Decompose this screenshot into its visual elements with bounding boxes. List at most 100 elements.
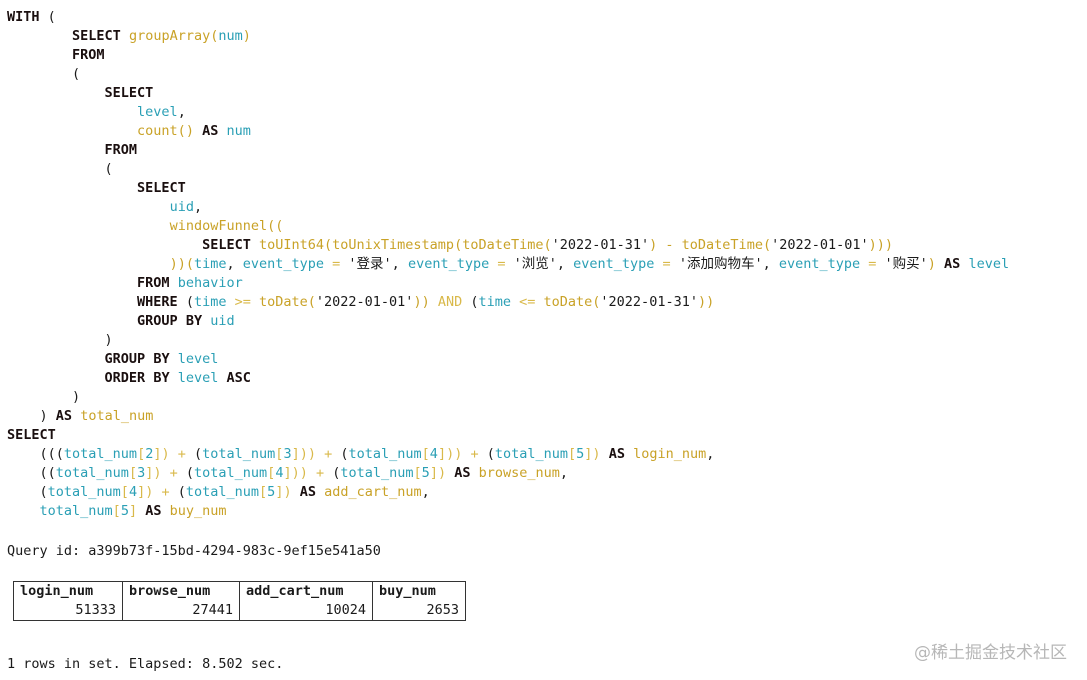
query-token: ( — [486, 446, 495, 462]
query-line: SELECT — [7, 179, 1009, 198]
query-token: ))) — [868, 237, 894, 253]
query-token: ) — [7, 408, 56, 424]
result-column-header: buy_num — [372, 581, 466, 601]
query-line: SELECT — [7, 426, 1009, 445]
query-line: ))(time, event_type = '登录', event_type =… — [7, 255, 1010, 274]
query-token: ]) — [584, 446, 601, 462]
query-token: windowFunnel(( — [169, 218, 284, 234]
query-token: + — [462, 446, 487, 462]
query-token — [625, 446, 633, 462]
query-token: ]) — [137, 484, 154, 500]
query-line: total_num[5] AS buy_num — [7, 502, 1009, 521]
sql-query-text[interactable]: WITH ( SELECT groupArray(num) FROM ( SEL… — [7, 8, 1009, 521]
query-line: ( — [7, 65, 1009, 84]
query-token: ]) — [145, 465, 162, 481]
query-token — [7, 313, 137, 329]
query-token: SELECT — [137, 180, 186, 196]
query-token: SELECT — [104, 85, 154, 101]
query-token: ) — [927, 256, 945, 272]
result-column-header: add_cart_num — [239, 581, 373, 601]
query-token: GROUP BY — [137, 313, 203, 329]
result-cell: 51333 — [13, 601, 123, 621]
query-token — [7, 47, 72, 63]
query-token: add_cart_num — [324, 484, 422, 500]
query-token: toDate( — [258, 294, 316, 310]
result-table: login_num browse_num add_cart_num buy_num 5… — [13, 581, 466, 621]
query-token: , — [762, 256, 779, 272]
query-token: total_num — [185, 484, 260, 500]
result-table-container: login_num browse_num add_cart_num buy_num 5… — [13, 581, 466, 621]
query-token: '浏览' — [513, 256, 557, 272]
query-token: ( — [7, 66, 81, 82]
query-token: AS — [944, 256, 961, 272]
query-line: count() AS num — [7, 122, 1009, 141]
query-token: toDate( — [543, 294, 601, 310]
result-row: 51333 27441 10024 2653 — [13, 601, 466, 621]
query-token — [470, 465, 478, 481]
query-token: total_num — [194, 465, 268, 481]
query-token: num — [218, 28, 243, 44]
result-cell: 2653 — [372, 601, 466, 621]
query-line: ORDER BY level ASC — [7, 369, 1009, 388]
query-token: SELECT — [72, 28, 121, 44]
query-token: GROUP BY — [104, 351, 170, 367]
query-token: '2022-01-01' — [315, 294, 414, 310]
result-cell: 10024 — [239, 601, 373, 621]
query-token: ))( — [169, 256, 194, 272]
query-token: time — [478, 294, 511, 310]
query-token: ])) — [291, 446, 316, 462]
query-token: level — [177, 351, 219, 367]
query-token: time — [193, 256, 227, 272]
query-token: ((( — [7, 446, 64, 462]
query-line: SELECT — [7, 84, 1009, 103]
query-token: SELECT — [7, 427, 56, 443]
query-token — [7, 275, 137, 291]
query-token: ( — [194, 446, 203, 462]
query-token: = — [489, 256, 514, 272]
query-line: ) — [7, 331, 1009, 350]
query-token: [ — [120, 484, 129, 500]
query-token: )) — [413, 294, 430, 310]
query-token: FROM — [137, 275, 170, 291]
watermark-logo: @稀土掘金技术社区 — [914, 643, 1067, 663]
query-token: level — [137, 104, 178, 120]
query-line: (((total_num[2]) + (total_num[3])) + (to… — [7, 445, 1009, 464]
query-token: = — [654, 256, 679, 272]
query-token — [194, 123, 202, 139]
query-token: level — [968, 256, 1010, 272]
query-token: ( — [7, 161, 113, 177]
query-token: , — [421, 484, 430, 500]
query-token — [7, 503, 40, 519]
query-token: 3 — [137, 465, 146, 481]
query-token: ( — [340, 446, 349, 462]
query-token: AS — [454, 465, 471, 481]
query-token: , — [559, 465, 569, 481]
result-column-header: browse_num — [122, 581, 240, 601]
query-token: , — [226, 256, 243, 272]
query-token — [7, 294, 137, 310]
query-token: WITH — [7, 9, 40, 25]
query-token: event_type — [242, 256, 325, 272]
query-token: + — [153, 484, 178, 500]
query-token: total_num — [47, 484, 121, 500]
query-token: 5 — [421, 465, 430, 481]
elapsed-status-line: 1 rows in set. Elapsed: 8.502 sec. — [7, 656, 284, 672]
query-token: total_num — [63, 446, 138, 462]
query-token: = — [860, 256, 885, 272]
query-token: ( — [177, 484, 186, 500]
query-token: >= — [226, 294, 259, 310]
query-token — [316, 484, 324, 500]
query-token: AS — [608, 446, 625, 462]
query-token: AS — [202, 123, 219, 139]
query-token — [202, 313, 210, 329]
query-token: ) - toDateTime( — [649, 237, 772, 253]
query-token — [7, 351, 105, 367]
query-token: [ — [259, 484, 268, 500]
query-token — [446, 465, 454, 481]
query-token: <= — [511, 294, 544, 310]
query-token: time — [193, 294, 227, 310]
query-line: WHERE (time >= toDate('2022-01-01')) AND… — [7, 293, 1009, 312]
query-token: buy_num — [169, 503, 227, 519]
query-token: ORDER BY — [104, 370, 170, 386]
query-token: '2022-01-31' — [551, 237, 650, 253]
